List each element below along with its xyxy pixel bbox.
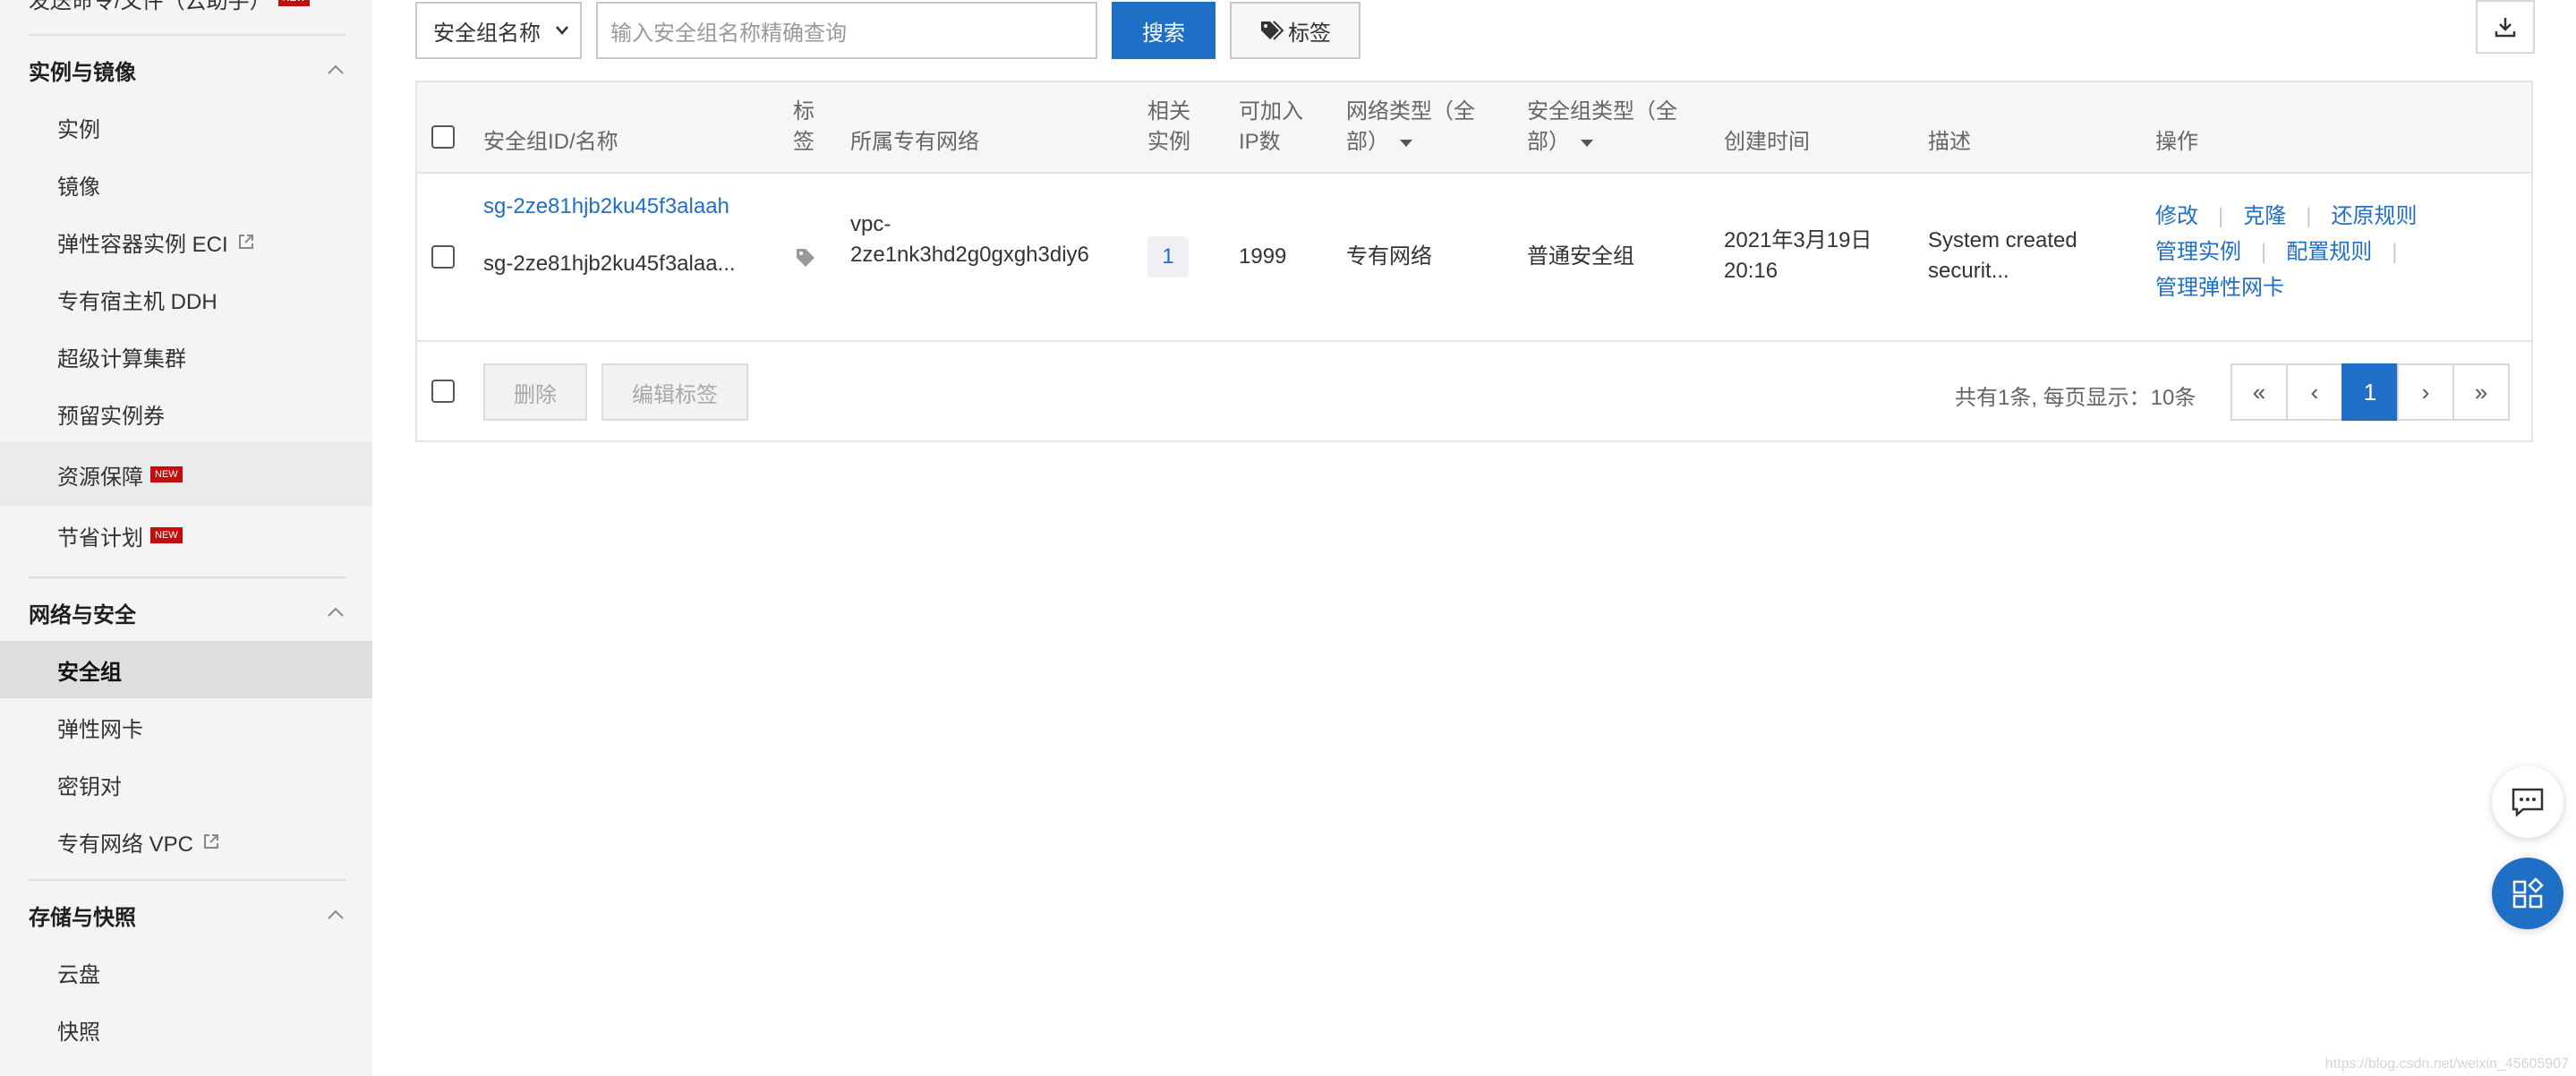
section-network-security[interactable]: 网络与安全 [0, 584, 372, 641]
header-operations: 操作 [2155, 130, 2198, 154]
header-instances: 相关 实例 [1147, 99, 1190, 154]
tag-filter-button[interactable]: 标签 [1230, 2, 1361, 59]
divider [29, 34, 345, 36]
pagination: « ‹ 1 › » [2231, 363, 2510, 421]
delete-button[interactable]: 删除 [483, 363, 587, 421]
sidebar-item-disk[interactable]: 云盘 [0, 944, 372, 1001]
last-page-button[interactable]: » [2452, 363, 2510, 421]
sg-type: 普通安全组 [1527, 244, 1634, 269]
row-checkbox[interactable] [431, 245, 455, 269]
header-tag: 标签 [793, 99, 815, 154]
download-button[interactable] [2476, 0, 2535, 54]
related-instances-count[interactable]: 1 [1147, 236, 1189, 278]
watermark: https://blog.csdn.net/weixin_45605907 [2324, 1056, 2569, 1072]
header-created: 创建时间 [1724, 130, 1810, 154]
chevron-up-icon [328, 607, 344, 617]
sidebar-item-eci[interactable]: 弹性容器实例 ECI [0, 213, 372, 270]
first-page-button[interactable]: « [2231, 363, 2288, 421]
new-badge: NEW [277, 0, 311, 6]
pagination-info: 共有1条, 每页显示：10条 [1955, 386, 2196, 410]
header-id-name: 安全组ID/名称 [483, 130, 618, 154]
row-operations: 修改 | 克隆 | 还原规则 管理实例 | 配置规则 | 管理弹性网卡 [2155, 204, 2418, 300]
prev-page-button[interactable]: ‹ [2286, 363, 2343, 421]
header-network-type-filter[interactable]: 网络类型（全 部） [1346, 97, 1475, 158]
page-1-button[interactable]: 1 [2341, 363, 2399, 421]
next-page-button[interactable]: › [2397, 363, 2454, 421]
sidebar-item-ri[interactable]: 预留实例券 [0, 385, 372, 442]
sidebar-item-eni[interactable]: 弹性网卡 [0, 698, 372, 756]
caret-down-icon [1400, 140, 1412, 147]
sidebar-item-snapshot[interactable]: 快照 [0, 1001, 372, 1058]
section-instances-images[interactable]: 实例与镜像 [0, 41, 372, 98]
sidebar-item-instances[interactable]: 实例 [0, 98, 372, 156]
sidebar-item-cloud-assistant[interactable]: 发送命令/文件（云助手）NEW [0, 0, 372, 16]
footer-select-all-checkbox[interactable] [431, 380, 455, 403]
new-badge: NEW [150, 527, 183, 543]
vpc-id: vpc- 2ze1nk3hd2g0gxgh3diy6 [850, 212, 1089, 267]
sidebar-item-vpc[interactable]: 专有网络 VPC [0, 813, 372, 870]
section-storage-snapshot[interactable]: 存储与快照 [0, 886, 372, 944]
sidebar-item-savings-plan[interactable]: 节省计划 NEW [0, 507, 372, 564]
caret-down-icon [1581, 140, 1593, 147]
description: System created securit... [1928, 228, 2077, 283]
header-ip-count: 可加入 IP数 [1239, 99, 1303, 154]
configure-rules-link[interactable]: 配置规则 [2286, 240, 2372, 264]
chevron-up-icon [328, 64, 344, 74]
header-vpc: 所属专有网络 [850, 130, 979, 154]
sidebar-item-keypair[interactable]: 密钥对 [0, 756, 372, 813]
sidebar-item-security-group[interactable]: 安全组 [0, 641, 372, 698]
chevron-down-icon [556, 26, 568, 35]
edit-tags-button[interactable]: 编辑标签 [601, 363, 748, 421]
table-footer: 删除 编辑标签 共有1条, 每页显示：10条 « ‹ 1 › » [417, 340, 2531, 442]
select-all-checkbox[interactable] [431, 125, 455, 149]
external-link-icon [238, 235, 253, 249]
chat-support-button[interactable] [2492, 766, 2563, 838]
sidebar: 发送命令/文件（云助手）NEW 实例与镜像 实例 镜像 弹性容器实例 ECI 专… [0, 0, 372, 1076]
tag-icon[interactable] [795, 247, 816, 269]
toolbar: 安全组名称 输入安全组名称精确查询 搜索 标签 [415, 2, 1361, 59]
external-link-icon [204, 834, 219, 849]
divider [29, 879, 345, 881]
manage-instances-link[interactable]: 管理实例 [2155, 240, 2241, 264]
header-sg-type-filter[interactable]: 安全组类型（全 部） [1527, 97, 1677, 158]
search-field-select[interactable]: 安全组名称 [415, 2, 582, 59]
sg-id-link[interactable]: sg-2ze81hjb2ku45f3alaah [483, 192, 729, 222]
sidebar-item-resource-guarantee[interactable]: 资源保障 NEW [0, 442, 372, 507]
grid-apps-icon [2512, 877, 2544, 909]
ip-count: 1999 [1239, 244, 1287, 269]
divider [29, 576, 345, 578]
main-content: 安全组名称 输入安全组名称精确查询 搜索 标签 安全组ID/名称 标签 所属专有… [372, 0, 2576, 1076]
download-icon [2495, 18, 2516, 38]
sg-name: sg-2ze81hjb2ku45f3alaa... [483, 252, 736, 276]
chat-icon [2512, 788, 2544, 817]
security-group-table: 安全组ID/名称 标签 所属专有网络 相关 实例 可加入 IP数 网络类型（全 部） … [415, 81, 2533, 442]
sidebar-item-images[interactable]: 镜像 [0, 156, 372, 213]
network-type: 专有网络 [1346, 244, 1432, 269]
search-button[interactable]: 搜索 [1112, 2, 1215, 59]
created-time: 2021年3月19日 20:16 [1724, 228, 1872, 283]
chevron-up-icon [328, 909, 344, 919]
modify-link[interactable]: 修改 [2155, 204, 2198, 228]
tag-icon [1261, 21, 1284, 40]
header-description: 描述 [1928, 130, 1971, 154]
sidebar-item-ddh[interactable]: 专有宿主机 DDH [0, 270, 372, 328]
sidebar-item-scc[interactable]: 超级计算集群 [0, 328, 372, 385]
table-header: 安全组ID/名称 标签 所属专有网络 相关 实例 可加入 IP数 网络类型（全 部） … [417, 82, 2531, 174]
manage-eni-link[interactable]: 管理弹性网卡 [2155, 276, 2284, 300]
restore-rules-link[interactable]: 还原规则 [2331, 204, 2417, 228]
clone-link[interactable]: 克隆 [2243, 204, 2286, 228]
search-input[interactable]: 输入安全组名称精确查询 [596, 2, 1097, 59]
app-menu-button[interactable] [2492, 858, 2563, 929]
new-badge: NEW [150, 466, 183, 482]
